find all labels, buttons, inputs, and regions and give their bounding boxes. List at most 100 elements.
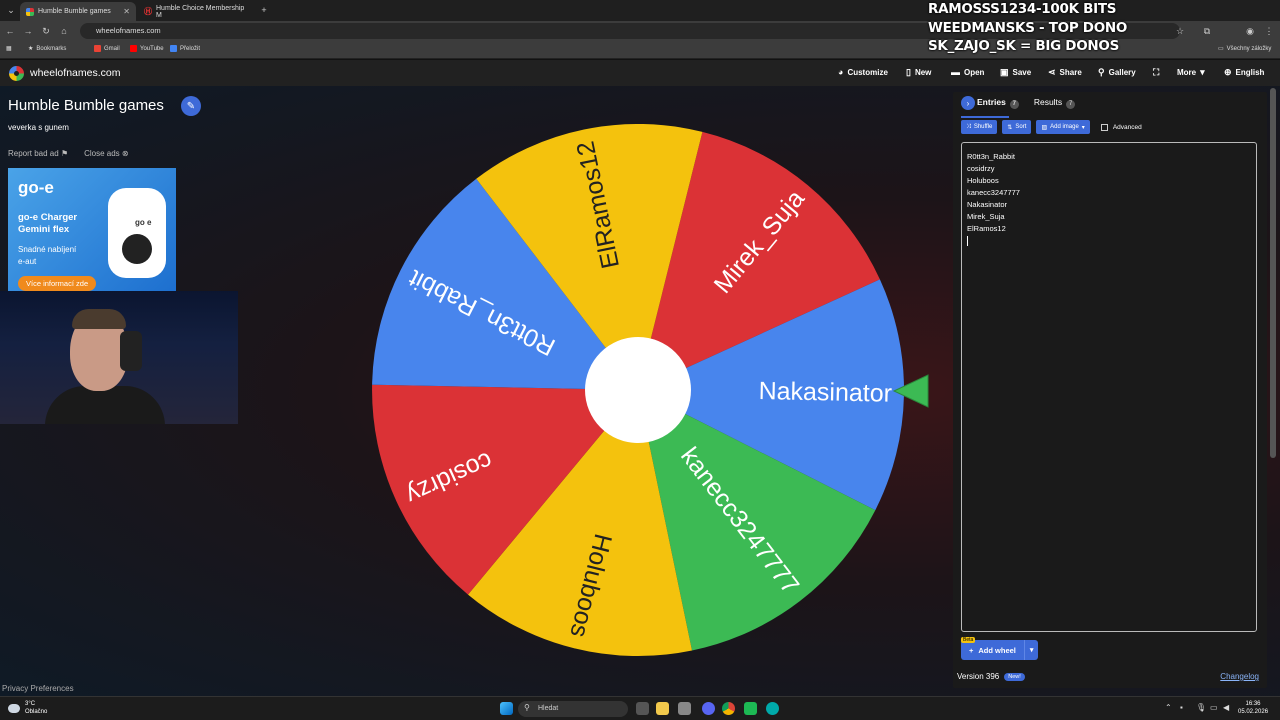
bookmark-star-icon[interactable]: ☆: [1173, 24, 1187, 38]
tab-results[interactable]: Results 7: [1034, 97, 1076, 109]
save-button[interactable]: ▣ Save: [1000, 67, 1031, 78]
fullscreen-icon: ⛶: [1153, 67, 1160, 77]
volume-icon[interactable]: ◀: [1223, 703, 1229, 712]
edit-title-button[interactable]: ✎: [181, 96, 201, 116]
entry-line: Holuboos: [967, 176, 999, 185]
flag-icon: ⚑: [60, 149, 69, 158]
app-icon[interactable]: [766, 702, 779, 715]
folder-icon: ▭: [1218, 46, 1224, 52]
browser-tab-active[interactable]: Humble Bumble games ✕: [20, 2, 136, 21]
close-tab-icon[interactable]: ✕: [123, 7, 130, 16]
start-icon[interactable]: [500, 702, 513, 715]
bookmark-item[interactable]: ▭ Všechny záložky: [1218, 45, 1271, 53]
ad-links: Report bad ad ⚑ Close ads ⊗: [8, 149, 129, 158]
brand-name[interactable]: wheelofnames.com: [30, 67, 120, 79]
task-view-icon[interactable]: [636, 702, 649, 715]
wheel-logo-icon[interactable]: [9, 66, 24, 81]
wheel-favicon-icon: [26, 7, 34, 16]
microphone-icon[interactable]: 🎙: [1196, 703, 1206, 712]
share-icon: ⋖: [1048, 67, 1056, 77]
extensions-icon[interactable]: ⧉: [1200, 24, 1214, 38]
cloud-icon: [8, 704, 20, 713]
bookmark-item[interactable]: ★ Bookmarks: [28, 45, 66, 53]
clock[interactable]: 16:36 05.02.2026: [1238, 700, 1268, 716]
weather-widget[interactable]: 3°C Oblačno: [8, 700, 47, 716]
add-wheel-button[interactable]: + Add wheel ▾: [961, 640, 1039, 660]
wheel-pointer-icon: [892, 374, 929, 408]
discord-icon[interactable]: [702, 702, 715, 715]
new-badge: New!: [1004, 672, 1025, 681]
sort-icon: ⇅: [1007, 124, 1013, 131]
share-button[interactable]: ⋖ Share: [1048, 67, 1082, 78]
results-count-badge: 7: [1066, 100, 1076, 109]
bookmark-item[interactable]: Gmail: [94, 45, 120, 52]
search-icon: ⚲: [1098, 67, 1105, 77]
wheel-segment-label: Nakasinator: [758, 377, 892, 408]
add-image-button[interactable]: ▨ Add image ▾: [1036, 120, 1090, 134]
add-wheel-dropdown-icon[interactable]: ▾: [1025, 646, 1039, 654]
tab-search-icon[interactable]: ⌄: [4, 3, 18, 17]
wheel-title: Humble Bumble games: [8, 97, 164, 114]
advanced-checkbox[interactable]: [1100, 123, 1108, 131]
report-ad-link[interactable]: Report bad ad ⚑: [8, 149, 68, 158]
chevron-down-icon: ▾: [1200, 67, 1205, 77]
home-icon[interactable]: ⌂: [57, 24, 71, 38]
tab-label: Humble Bumble games: [38, 8, 111, 15]
shuffle-button[interactable]: ⤨ Shuffle: [961, 120, 998, 134]
plus-icon: +: [969, 645, 974, 655]
advanced-label: Advanced: [1112, 123, 1142, 131]
advertisement[interactable]: go-e go-e Charger Gemini flex Snadné nabí…: [8, 168, 176, 292]
network-icon[interactable]: ▭: [1210, 703, 1218, 712]
wheel[interactable]: Mirek_SujaNakasinatorkanecc3247777Holubo…: [370, 121, 910, 661]
new-tab-icon[interactable]: +: [257, 3, 271, 17]
bookmark-item[interactable]: YouTube: [130, 45, 164, 52]
tab-entries[interactable]: Entries 7: [977, 97, 1019, 109]
wheel-center[interactable]: [585, 337, 691, 443]
ad-headline: go-e Charger Gemini flex: [18, 212, 78, 235]
more-button[interactable]: More ▾: [1177, 67, 1205, 78]
tray-chevron-icon[interactable]: ⌃: [1165, 703, 1172, 712]
overlay-line: WEEDMANSKS - TOP DONO: [928, 19, 1128, 36]
back-icon[interactable]: ←: [3, 24, 17, 38]
chrome-icon[interactable]: [722, 702, 735, 715]
tray-icon[interactable]: ▪: [1180, 703, 1183, 712]
ad-cta-button[interactable]: Více informací zde: [18, 276, 97, 291]
file-explorer-icon[interactable]: [656, 702, 669, 715]
browser-tab[interactable]: Ⓗ Humble Choice Membership M: [138, 2, 258, 21]
text-caret: [967, 236, 968, 246]
beta-badge: Beta: [961, 637, 976, 643]
streamer-hair: [72, 309, 126, 329]
forward-icon[interactable]: →: [21, 24, 35, 38]
gallery-button[interactable]: ⚲ Gallery: [1098, 67, 1136, 78]
panel-tabs: › Entries 7 Results 7: [961, 96, 1076, 110]
profile-avatar-icon[interactable]: ◉: [1243, 24, 1257, 38]
folder-open-icon: ▬: [951, 67, 960, 77]
page-scrollbar[interactable]: [1270, 88, 1276, 458]
tab-label: Humble Choice Membership M: [156, 4, 245, 19]
language-button[interactable]: ⊕ English: [1224, 67, 1264, 78]
customize-button[interactable]: ◕ Customize: [838, 67, 888, 77]
app-header: wheelofnames.com ◕ Customize ▯ New ▬ Open ▣…: [0, 60, 1280, 86]
save-icon: ▣: [1000, 67, 1009, 77]
new-button[interactable]: ▯ New: [906, 67, 931, 78]
charger-label: go e: [135, 218, 152, 227]
browser-menu-icon[interactable]: ⋮: [1262, 24, 1276, 38]
bookmark-item[interactable]: Přeložit: [170, 45, 200, 52]
sort-button[interactable]: ⇅ Sort: [1002, 120, 1032, 134]
apps-icon[interactable]: ▦: [6, 45, 12, 52]
shuffle-icon: ⤨: [966, 123, 971, 130]
store-icon[interactable]: [678, 702, 691, 715]
entries-count-badge: 7: [1009, 100, 1019, 109]
entries-toolbar: ⤨ Shuffle ⇅ Sort ▨ Add image ▾ Advanced: [961, 120, 1142, 134]
changelog-link[interactable]: Changelog: [1220, 672, 1259, 681]
fullscreen-button[interactable]: ⛶: [1153, 67, 1159, 78]
close-ads-link[interactable]: Close ads ⊗: [84, 149, 129, 158]
reload-icon[interactable]: ↻: [39, 24, 53, 38]
open-button[interactable]: ▬ Open: [951, 67, 984, 77]
app-icon[interactable]: [744, 702, 757, 715]
pencil-icon: ✎: [186, 100, 196, 112]
entries-textarea[interactable]: R0tt3n_Rabbit cosidrzy Holuboos kanecc32…: [961, 142, 1257, 632]
collapse-panel-icon[interactable]: ›: [961, 96, 975, 110]
privacy-preferences-link[interactable]: Privacy Preferences: [2, 684, 74, 693]
taskbar-search[interactable]: Hledat: [518, 701, 628, 717]
